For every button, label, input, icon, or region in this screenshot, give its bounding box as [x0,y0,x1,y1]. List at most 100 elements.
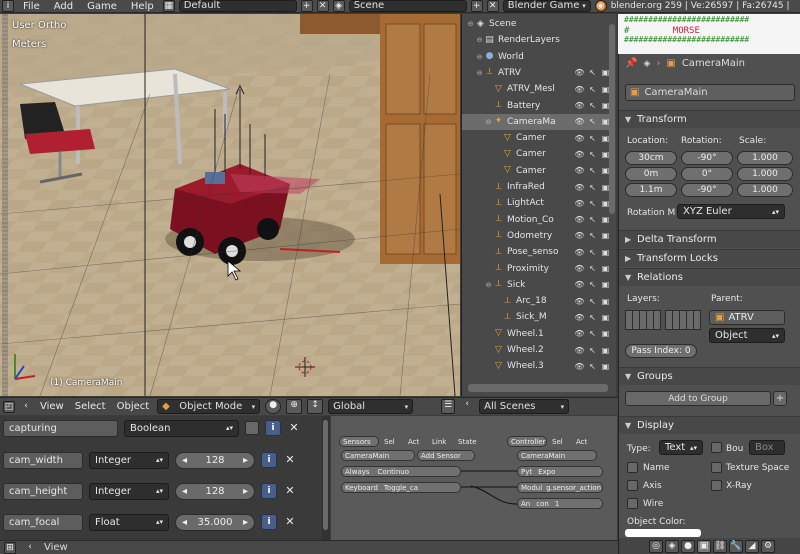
cursor-select-icon[interactable]: ↖ [586,101,599,110]
eye-icon[interactable]: 👁 [573,215,586,224]
orientation-select[interactable]: Global ▾ [328,399,414,414]
property-name-field[interactable]: cam_width [3,451,83,469]
add-scene-button[interactable]: + [470,0,483,12]
bounds-checkbox[interactable] [711,442,722,453]
object-color-swatch[interactable] [625,529,701,537]
cursor-select-icon[interactable]: ↖ [586,117,599,126]
outliner-row[interactable]: ⊖ ▤ RenderLayers [462,32,612,48]
eye-icon[interactable]: 👁 [573,248,586,257]
cursor-select-icon[interactable]: ↖ [586,313,599,322]
expand-toggle-icon[interactable]: ⊖ [475,69,484,77]
property-value-field[interactable]: ◂ 35.000 ▸ [175,513,255,531]
camera-render-icon[interactable]: ▣ [599,264,612,273]
cursor-select-icon[interactable]: ↖ [586,68,599,77]
decrement-arrow[interactable]: ◂ [182,517,187,528]
outliner-row[interactable]: ⟂ InfraRed 👁 ↖ ▣ [462,179,612,195]
scene-select[interactable]: Scene [348,0,467,12]
eye-icon[interactable]: 👁 [573,297,586,306]
increment-arrow[interactable]: ▸ [243,486,248,497]
eye-icon[interactable]: 👁 [573,85,586,94]
cursor-select-icon[interactable]: ↖ [586,199,599,208]
outliner-row[interactable]: ▽ Camer 👁 ↖ ▣ [462,146,612,162]
header-collapse-icon[interactable]: ‹ [20,400,32,413]
property-type-select[interactable]: Integer ▴▾ [89,482,169,500]
cursor-select-icon[interactable]: ↖ [586,248,599,257]
property-info-button[interactable]: i [265,420,281,436]
outliner-row[interactable]: ⟂ Sick_M 👁 ↖ ▣ [462,309,612,325]
bounds-type-select[interactable]: Box [749,440,785,455]
object-tab-icon[interactable]: ▣ [697,539,711,553]
cursor-select-icon[interactable]: ↖ [586,297,599,306]
mode-select[interactable]: ◆ Object Mode ▾ [157,399,261,414]
render-tab-icon[interactable]: ◎ [649,539,663,553]
cursor-select-icon[interactable]: ↖ [586,150,599,159]
property-name-field[interactable]: cam_focal [3,513,83,531]
camera-render-icon[interactable]: ▣ [599,215,612,224]
location-x-field[interactable]: 30cm [625,151,677,165]
outliner-scrollbar[interactable] [609,24,615,214]
increment-arrow[interactable]: ▸ [243,517,248,528]
expand-toggle-icon[interactable]: ⊖ [475,36,484,44]
rotation-z-field[interactable]: -90° [681,183,733,197]
property-value-checkbox[interactable] [245,421,259,435]
editor-type-3d-icon[interactable]: ◰ [3,400,15,413]
cursor-select-icon[interactable]: ↖ [586,183,599,192]
property-remove-button[interactable]: ✕ [283,515,297,529]
transform-panel-header[interactable]: ▼ Transform [619,110,800,128]
outliner-hscrollbar[interactable] [468,384,608,392]
data-tab-icon[interactable]: ◢ [745,539,759,553]
cursor-select-icon[interactable]: ↖ [586,346,599,355]
manipulator-icon[interactable]: ↕ [307,399,324,414]
outliner-row[interactable]: ▽ Wheel.2 👁 ↖ ▣ [462,342,612,358]
property-remove-button[interactable]: ✕ [283,484,297,498]
outliner-row[interactable]: ⊖ ⟂ Sick 👁 ↖ ▣ [462,277,612,293]
cursor-select-icon[interactable]: ↖ [586,362,599,371]
wire-checkbox[interactable] [627,498,638,509]
transform-locks-panel-header[interactable]: ▶ Transform Locks [619,249,800,267]
eye-icon[interactable]: 👁 [573,329,586,338]
eye-icon[interactable]: 👁 [573,183,586,192]
outliner-row[interactable]: ⊖ ✦ CameraMa 👁 ↖ ▣ [462,113,612,130]
pivot-icon[interactable]: ⊕ [286,399,303,414]
add-layout-button[interactable]: + [300,0,313,12]
outliner-row[interactable]: ▽ Wheel.3 👁 ↖ ▣ [462,358,612,374]
eye-icon[interactable]: 👁 [573,150,586,159]
scale-y-field[interactable]: 1.000 [737,167,793,181]
rotation-y-field[interactable]: 0° [681,167,733,181]
3d-viewport[interactable]: User Ortho Meters (1) CameraMain [0,14,460,396]
property-remove-button[interactable]: ✕ [283,453,297,467]
screen-layout-select[interactable]: Default [178,0,297,12]
bottom-collapse-icon[interactable]: ‹ [24,541,36,554]
property-type-select[interactable]: Integer ▴▾ [89,451,169,469]
parent-field[interactable]: ▣ ATRV [709,310,785,325]
object-name-field[interactable]: ▣ CameraMain [625,84,795,101]
camera-render-icon[interactable]: ▣ [599,346,612,355]
camera-render-icon[interactable]: ▣ [599,248,612,257]
display-panel-header[interactable]: ▼ Display [619,416,800,434]
property-type-select[interactable]: Float ▴▾ [89,513,169,531]
eye-icon[interactable]: 👁 [573,362,586,371]
eye-icon[interactable]: 👁 [573,134,586,143]
location-y-field[interactable]: 0m [625,167,677,181]
logic-editor-type-icon[interactable]: ⊞ [4,541,16,554]
camera-render-icon[interactable]: ▣ [599,313,612,322]
property-name-field[interactable]: cam_height [3,482,83,500]
expand-toggle-icon[interactable]: ⊖ [484,118,493,126]
pass-index-field[interactable]: Pass Index: 0 [625,344,697,358]
cursor-select-icon[interactable]: ↖ [586,215,599,224]
expand-toggle-icon[interactable]: ⊖ [466,20,475,28]
scene-tab-icon[interactable]: ◈ [665,539,679,553]
scene-icon[interactable]: ◈ [332,0,345,12]
toolshelf-handle[interactable] [2,14,8,396]
eye-icon[interactable]: 👁 [573,264,586,273]
outliner-row[interactable]: ▽ Camer 👁 ↖ ▣ [462,163,612,179]
rotation-mode-select[interactable]: XYZ Euler ▴▾ [677,204,785,219]
camera-render-icon[interactable]: ▣ [599,362,612,371]
rotation-x-field[interactable]: -90° [681,151,733,165]
cursor-select-icon[interactable]: ↖ [586,280,599,289]
bottom-menu-view[interactable]: View [44,542,68,553]
eye-icon[interactable]: 👁 [573,68,586,77]
outliner-row[interactable]: ⟂ Odometry 👁 ↖ ▣ [462,228,612,244]
outliner-row[interactable]: ⟂ Motion_Co 👁 ↖ ▣ [462,212,612,228]
eye-icon[interactable]: 👁 [573,280,586,289]
